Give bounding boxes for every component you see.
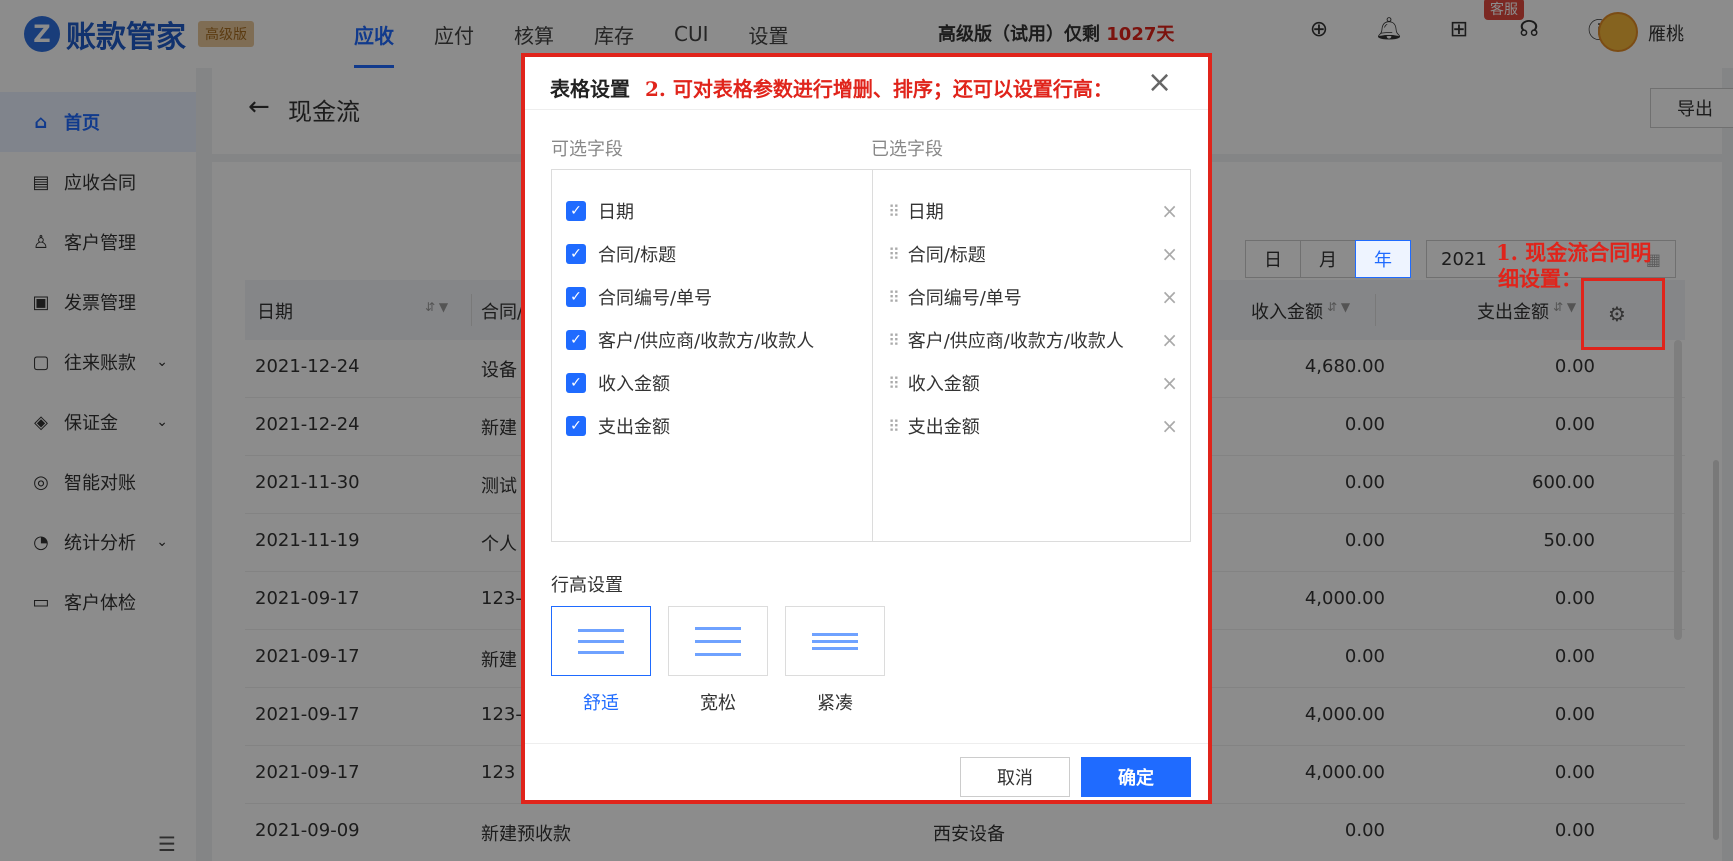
field-label: 合同/标题 <box>907 245 986 266</box>
checkbox-checked-icon[interactable]: ✓ <box>566 373 586 393</box>
annotation-dialog: 2. 可对表格参数进行增删、排序；还可以设置行高： <box>645 77 1113 101</box>
available-fields-label: 可选字段 <box>551 139 623 160</box>
remove-icon[interactable]: × <box>1161 199 1178 223</box>
selected-fields-label: 已选字段 <box>871 139 943 160</box>
field-label: 客户/供应商/收款方/收款人 <box>907 331 1124 352</box>
checkbox-checked-icon[interactable]: ✓ <box>566 330 586 350</box>
field-option[interactable]: ✓ 客户/供应商/收款方/收款人 <box>566 325 814 355</box>
selected-field[interactable]: ⠿ 收入金额 × <box>888 368 1178 398</box>
row-height-comfortable-option[interactable] <box>551 606 651 676</box>
remove-icon[interactable]: × <box>1161 285 1178 309</box>
row-height-compact-option[interactable] <box>785 606 885 676</box>
remove-icon[interactable]: × <box>1161 328 1178 352</box>
annotation-line: 1. 现金流合同明 <box>1496 240 1652 265</box>
selected-field[interactable]: ⠿ 客户/供应商/收款方/收款人 × <box>888 325 1178 355</box>
drag-handle-icon[interactable]: ⠿ <box>888 288 900 307</box>
lines-icon <box>695 639 741 643</box>
field-option[interactable]: ✓ 日期 <box>566 196 634 226</box>
lines-icon <box>578 639 624 643</box>
field-option[interactable]: ✓ 合同编号/单号 <box>566 282 712 312</box>
cancel-button[interactable]: 取消 <box>960 757 1070 797</box>
dialog-divider <box>525 109 1208 110</box>
panel-divider <box>872 170 873 541</box>
row-height-label: 行高设置 <box>551 575 623 596</box>
field-option[interactable]: ✓ 收入金额 <box>566 368 670 398</box>
table-settings-dialog: 表格设置 2. 可对表格参数进行增删、排序；还可以设置行高： × 可选字段 已选… <box>521 53 1212 804</box>
lines-icon <box>812 646 858 650</box>
lines-icon <box>812 639 858 643</box>
field-option[interactable]: ✓ 支出金额 <box>566 411 670 441</box>
drag-handle-icon[interactable]: ⠿ <box>888 417 900 436</box>
selected-field[interactable]: ⠿ 合同/标题 × <box>888 239 1178 269</box>
drag-handle-icon[interactable]: ⠿ <box>888 374 900 393</box>
field-label: 日期 <box>598 202 634 223</box>
checkbox-checked-icon[interactable]: ✓ <box>566 287 586 307</box>
field-label: 支出金额 <box>598 417 670 438</box>
dialog-title: 表格设置 <box>550 77 630 101</box>
close-icon[interactable]: × <box>1147 65 1172 100</box>
field-label: 合同编号/单号 <box>598 288 713 309</box>
selected-field[interactable]: ⠿ 合同编号/单号 × <box>888 282 1178 312</box>
lines-icon <box>578 650 624 654</box>
gear-icon[interactable]: ⚙ <box>1608 302 1626 326</box>
lines-icon <box>695 652 741 656</box>
fields-panel: ✓ 日期 ✓ 合同/标题 ✓ 合同编号/单号 ✓ 客户/供应商/收款方/收款人 ✓ 收入金… <box>551 169 1191 542</box>
row-height-loose-label[interactable]: 宽松 <box>668 689 768 715</box>
field-label: 合同/标题 <box>598 245 677 266</box>
drag-handle-icon[interactable]: ⠿ <box>888 202 900 221</box>
checkbox-checked-icon[interactable]: ✓ <box>566 244 586 264</box>
field-option[interactable]: ✓ 合同/标题 <box>566 239 676 269</box>
field-label: 客户/供应商/收款方/收款人 <box>598 331 815 352</box>
period-year-button[interactable]: 年 <box>1355 240 1411 278</box>
lines-icon <box>695 626 741 630</box>
field-label: 收入金额 <box>598 374 670 395</box>
confirm-button[interactable]: 确定 <box>1081 757 1191 797</box>
lines-icon <box>812 632 858 636</box>
row-height-compact-label[interactable]: 紧凑 <box>785 689 885 715</box>
selected-field[interactable]: ⠿ 支出金额 × <box>888 411 1178 441</box>
drag-handle-icon[interactable]: ⠿ <box>888 331 900 350</box>
field-label: 合同编号/单号 <box>907 288 1022 309</box>
row-height-loose-option[interactable] <box>668 606 768 676</box>
drag-handle-icon[interactable]: ⠿ <box>888 245 900 264</box>
remove-icon[interactable]: × <box>1161 371 1178 395</box>
field-label: 支出金额 <box>907 417 980 438</box>
field-label: 收入金额 <box>907 374 980 395</box>
row-height-comfortable-label[interactable]: 舒适 <box>551 689 651 715</box>
selected-field[interactable]: ⠿ 日期 × <box>888 196 1178 226</box>
lines-icon <box>578 628 624 632</box>
checkbox-checked-icon[interactable]: ✓ <box>566 201 586 221</box>
remove-icon[interactable]: × <box>1161 414 1178 438</box>
dialog-footer-divider <box>525 743 1208 744</box>
remove-icon[interactable]: × <box>1161 242 1178 266</box>
checkbox-checked-icon[interactable]: ✓ <box>566 416 586 436</box>
field-label: 日期 <box>907 202 944 223</box>
